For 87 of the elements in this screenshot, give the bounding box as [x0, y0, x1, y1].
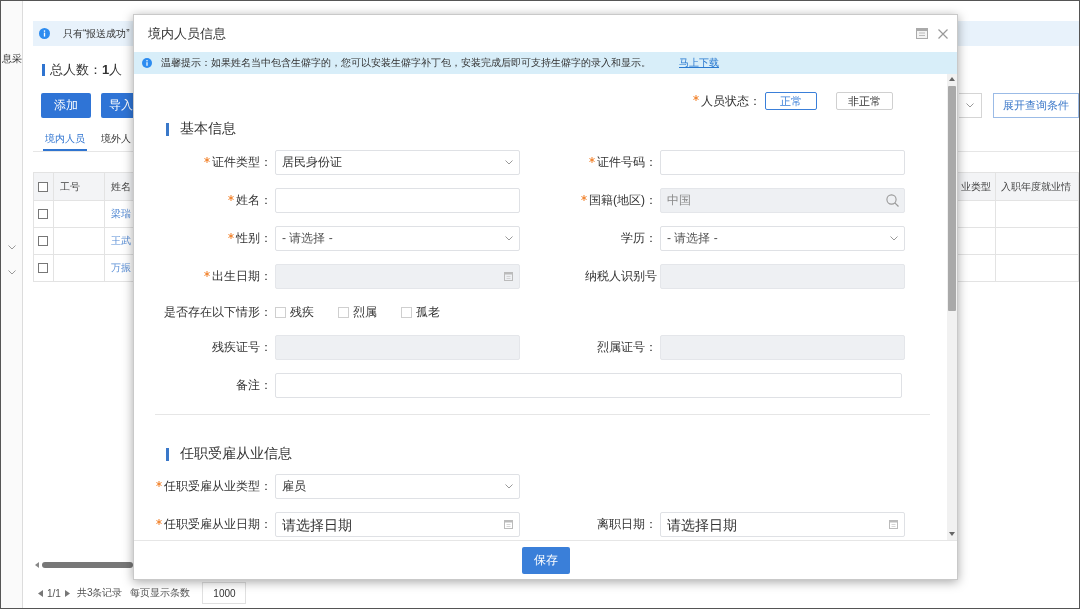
info-icon [39, 28, 50, 39]
chevron-icon[interactable] [7, 270, 16, 275]
field-label: 出生日期： [212, 268, 272, 285]
dropdown[interactable]: 雇员 [275, 474, 520, 499]
option-button[interactable]: 正常 [765, 92, 817, 110]
total-count-text: 总人数：1人 [50, 61, 123, 79]
page-size-field[interactable]: 1000 [202, 582, 247, 604]
download-link[interactable]: 马上下载 [679, 56, 719, 70]
caret-left-icon[interactable] [38, 589, 43, 597]
sidebar-label[interactable]: 息采 [1, 53, 22, 65]
page-number: 1/1 [47, 587, 61, 599]
field-label: 离职日期： [597, 516, 657, 533]
column-header: 业类型 [961, 179, 991, 194]
scrollbar[interactable] [947, 74, 957, 540]
chevron-icon [890, 236, 898, 241]
field-label: 人员状态： [701, 92, 761, 110]
field-label: 残疾证号： [212, 339, 272, 356]
marker-icon [42, 64, 45, 76]
dropdown[interactable]: - 请选择 - [275, 226, 520, 251]
caret-right-icon[interactable] [64, 589, 70, 597]
dropdown[interactable]: 居民身份证 [275, 150, 520, 175]
column-header: 姓名 [111, 179, 131, 194]
checkbox[interactable] [38, 209, 48, 219]
name-link[interactable]: 梁瑞 [111, 207, 131, 221]
field-label: 任职受雇从业类型： [164, 478, 272, 495]
scrollbar-thumb[interactable] [948, 86, 956, 311]
field-label: 证件号码： [597, 154, 657, 171]
notice-text: 只有“报送成功” [63, 26, 130, 41]
section-title: 任职受雇从业信息 [180, 445, 292, 463]
chevron-icon[interactable] [7, 245, 16, 250]
field-label: 纳税人识别号 [585, 268, 657, 285]
checkbox[interactable] [38, 263, 48, 273]
search-icon[interactable] [886, 194, 899, 207]
toolbar-button[interactable]: 导入 [101, 93, 134, 118]
chevron-icon [505, 236, 513, 241]
chevron-icon [505, 484, 513, 489]
text-field[interactable] [275, 188, 520, 213]
calendar-icon[interactable] [504, 520, 513, 529]
arrow-down-icon[interactable] [949, 532, 955, 536]
toolbar-button[interactable]: 添加 [41, 93, 91, 118]
column-header: 工号 [60, 179, 80, 194]
name-link[interactable]: 万振 [111, 261, 131, 275]
text-field[interactable] [275, 373, 902, 398]
info-icon [142, 58, 152, 68]
save-button[interactable]: 保存 [521, 546, 570, 574]
checkbox-label[interactable]: 烈属 [353, 303, 377, 321]
option-button[interactable]: 非正常 [836, 92, 893, 110]
section-title: 基本信息 [180, 120, 236, 138]
field-label: 学历： [621, 230, 657, 247]
field-label: 任职受雇从业日期： [164, 516, 272, 533]
field-label: 姓名： [236, 192, 272, 209]
marker-icon [166, 447, 169, 461]
checkbox-label[interactable]: 残疾 [290, 303, 314, 321]
arrow-left-icon[interactable] [35, 562, 39, 568]
checkbox[interactable] [38, 236, 48, 246]
date-field[interactable]: 请选择日期 [275, 512, 520, 537]
text-field[interactable] [660, 150, 905, 175]
marker-icon [166, 122, 169, 136]
checkbox-label[interactable]: 孤老 [416, 303, 440, 321]
record-count: 共3条记录 [76, 586, 123, 600]
notice-text: 温馨提示：如果姓名当中包含生僻字的，您可以安装生僻字补丁包，安装完成后即可支持生僻字的录入和显示。 [161, 56, 651, 70]
dropdown[interactable] [959, 93, 982, 118]
expand-filters-button[interactable]: 展开查询条件 [993, 93, 1079, 118]
tab[interactable]: 境外人 [99, 128, 133, 151]
chevron-icon [966, 103, 974, 108]
window-icon[interactable] [916, 28, 928, 39]
tab[interactable]: 境内人员 [43, 128, 87, 151]
date-field[interactable]: 请选择日期 [660, 512, 905, 537]
chevron-icon [505, 160, 513, 165]
field-label: 备注： [236, 377, 272, 394]
arrow-up-icon[interactable] [949, 77, 955, 81]
dialog-title: 境内人员信息 [148, 24, 226, 43]
scrollbar[interactable] [33, 561, 133, 569]
page-size-label: 每页显示条数 [130, 586, 191, 600]
field-label: 证件类型： [212, 154, 272, 171]
field-label: 国籍(地区)： [589, 192, 657, 209]
close-icon[interactable] [938, 28, 948, 39]
name-link[interactable]: 王武 [111, 234, 131, 248]
dropdown[interactable]: - 请选择 - [660, 226, 905, 251]
calendar-icon[interactable] [889, 520, 898, 529]
field-label: 烈属证号： [597, 339, 657, 356]
calendar-icon[interactable] [504, 272, 513, 281]
scrollbar-thumb[interactable] [42, 562, 133, 568]
field-label: 是否存在以下情形： [164, 303, 272, 321]
checkbox[interactable] [38, 181, 48, 192]
column-header: 入职年度就业情 [1001, 179, 1071, 194]
field-label: 性别： [236, 230, 272, 247]
